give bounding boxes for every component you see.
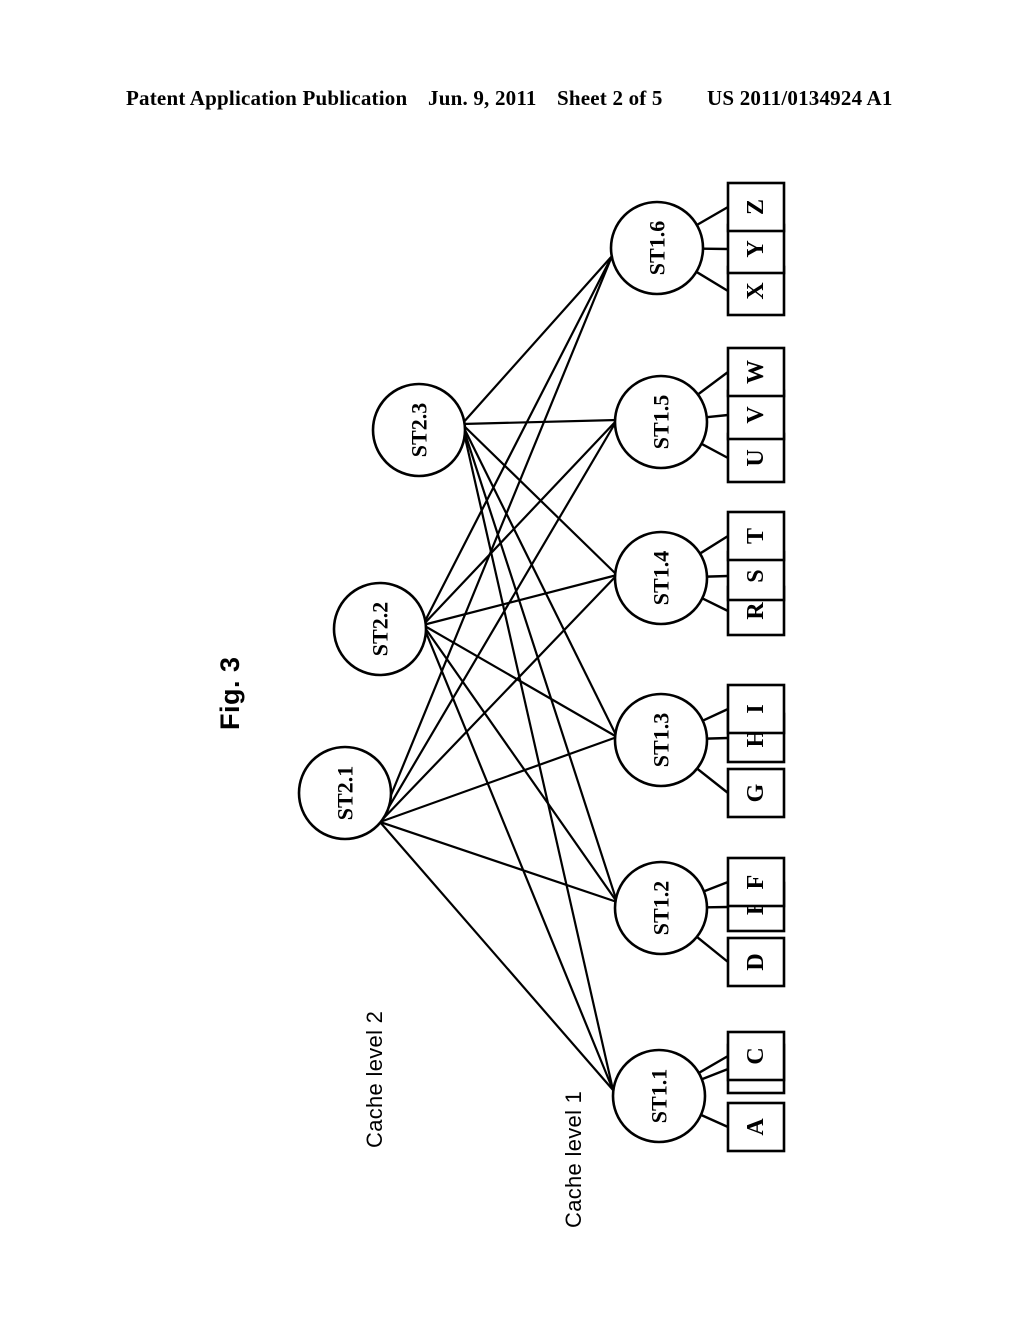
leaf-connector-T: [699, 534, 729, 555]
leaf-label-Y: Y: [743, 240, 769, 257]
leaf-label-A: A: [743, 1118, 769, 1136]
cache-level-1-node-label-ST1.5: ST1.5: [649, 395, 674, 449]
leaf-label-F: F: [743, 875, 769, 890]
leaf-connector-G: [696, 767, 729, 794]
edge-ST2.1-to-ST1.6: [378, 255, 614, 823]
edge-ST2.3-to-ST1.5: [461, 418, 618, 426]
leaf-connector-A: [700, 1113, 729, 1129]
leaf-boxes-layer: ABCDEFGHIRSTUVWXYZ: [726, 181, 786, 1153]
leaf-connector-V: [706, 413, 729, 419]
cache-level-1-node-label-ST1.4: ST1.4: [649, 551, 674, 605]
cache-hierarchy-diagram: ABCDEFGHIRSTUVWXYZ ST1.1ST1.2ST1.3ST1.4S…: [297, 181, 786, 1153]
leaf-label-C: C: [743, 1047, 769, 1064]
leaf-connector-Z: [696, 205, 729, 227]
cache-level-2-node-label-ST2.3: ST2.3: [407, 403, 432, 457]
leaf-label-T: T: [743, 528, 769, 544]
leaf-label-X: X: [743, 282, 769, 300]
leaf-label-I: I: [743, 704, 769, 713]
edges-layer: [378, 255, 619, 1091]
cache-level-1-node-label-ST1.2: ST1.2: [649, 881, 674, 935]
leaf-connector-I: [702, 707, 729, 722]
leaf-label-G: G: [743, 783, 769, 802]
figure-label: Fig. 3: [215, 656, 245, 730]
cache-level-1-node-ST1.6[interactable]: ST1.6: [609, 200, 705, 296]
edge-ST2.3-to-ST1.2: [460, 423, 619, 903]
cache-level-1-node-label-ST1.1: ST1.1: [647, 1069, 672, 1123]
cache-level-2-node-ST2.1[interactable]: ST2.1: [297, 745, 393, 841]
cache-level-1-node-ST1.5[interactable]: ST1.5: [613, 374, 709, 470]
leaf-connector-R: [701, 597, 729, 613]
cache-level-2-node-ST2.3[interactable]: ST2.3: [371, 382, 467, 478]
cache-level-2-node-ST2.2[interactable]: ST2.2: [332, 581, 428, 677]
cache-level-1-node-ST1.2[interactable]: ST1.2: [613, 860, 709, 956]
figure-canvas: ABCDEFGHIRSTUVWXYZ ST1.1ST1.2ST1.3ST1.4S…: [0, 0, 1024, 1320]
leaf-label-R: R: [743, 602, 769, 620]
cache-level-1-node-label-ST1.3: ST1.3: [649, 713, 674, 767]
cache-level-1-node-ST1.3[interactable]: ST1.3: [613, 692, 709, 788]
leaf-connector-D: [696, 935, 729, 963]
leaf-label-Z: Z: [743, 199, 769, 215]
leaf-label-D: D: [743, 953, 769, 970]
edge-ST2.3-to-ST1.1: [460, 423, 615, 1091]
leaf-connector-F: [703, 880, 729, 893]
cache-level-2-node-label-ST2.2: ST2.2: [368, 602, 393, 656]
leaf-label-W: W: [743, 360, 769, 384]
cache-level-2-label: Cache level 2: [362, 1010, 387, 1148]
leaf-edges-layer: [695, 205, 729, 1129]
cache-level-1-node-ST1.1[interactable]: ST1.1: [611, 1048, 707, 1144]
cache-level-1-label: Cache level 1: [561, 1090, 586, 1228]
leaf-label-S: S: [743, 569, 769, 582]
leaf-connector-B: [701, 1067, 729, 1081]
leaf-connector-W: [697, 371, 729, 396]
cache-level-2-node-label-ST2.1: ST2.1: [333, 766, 358, 820]
leaf-label-V: V: [743, 406, 769, 424]
leaf-connector-U: [700, 442, 729, 460]
leaf-connector-X: [695, 270, 729, 293]
cache-level-1-node-ST1.4[interactable]: ST1.4: [613, 530, 709, 626]
leaf-label-U: U: [743, 449, 769, 466]
leaf-connector-H: [706, 736, 729, 740]
cache-level-1-node-label-ST1.6: ST1.6: [645, 221, 670, 275]
leaf-connector-S: [706, 574, 729, 578]
edge-ST2.3-to-ST1.6: [461, 255, 613, 425]
